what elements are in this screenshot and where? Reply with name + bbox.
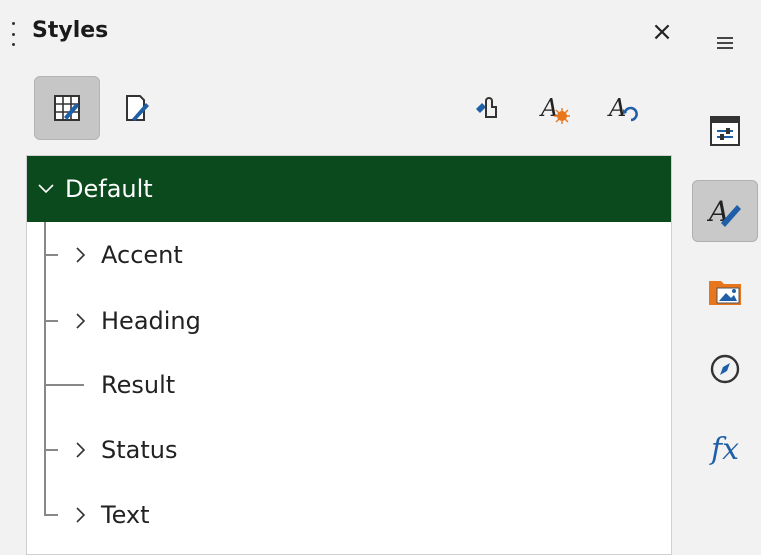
functions-icon: fx: [710, 431, 740, 467]
chevron-right-icon[interactable]: [75, 244, 93, 266]
update-style-icon: A: [607, 94, 638, 122]
tree-item-text[interactable]: Text: [27, 482, 671, 548]
svg-text:A: A: [539, 94, 558, 122]
new-style-from-selection-icon: A: [539, 94, 570, 124]
styles-icon: A: [707, 195, 741, 228]
styles-panel-titlebar: Styles ×: [0, 0, 690, 66]
sidebar-item-styles[interactable]: A: [692, 180, 758, 242]
tree-item-default[interactable]: Default: [27, 156, 671, 222]
tree-item-label: Status: [101, 436, 178, 464]
update-style-button[interactable]: A: [590, 76, 656, 140]
sidebar-menu-button[interactable]: [692, 12, 758, 74]
tree-item-result[interactable]: Result: [27, 352, 671, 418]
sidebar-item-properties[interactable]: [692, 100, 758, 162]
drag-handle-icon[interactable]: [12, 22, 16, 46]
fill-format-mode-button[interactable]: [454, 76, 520, 140]
tree-connector: [44, 320, 58, 322]
page-styles-button[interactable]: [104, 76, 170, 140]
chevron-down-icon[interactable]: [37, 183, 61, 195]
sidebar-item-navigator[interactable]: [692, 338, 758, 400]
tree-connector: [44, 514, 58, 516]
tree-connector: [44, 449, 58, 451]
styles-tree[interactable]: Default Accent Heading Result Status Tex…: [26, 155, 672, 555]
tree-item-label: Default: [65, 175, 153, 203]
chevron-right-icon[interactable]: [75, 310, 93, 332]
close-button[interactable]: ×: [645, 14, 679, 50]
sidebar-item-gallery[interactable]: [692, 260, 758, 322]
svg-text:A: A: [607, 94, 626, 122]
sidebar-tabbar: A fx: [690, 0, 761, 532]
page-styles-icon: [126, 95, 149, 121]
tree-item-label: Text: [101, 501, 150, 529]
fill-format-mode-icon: [476, 97, 497, 118]
panel-title: Styles: [32, 18, 109, 43]
chevron-right-icon[interactable]: [75, 439, 93, 461]
properties-icon: [710, 116, 740, 146]
tree-connector: [44, 384, 84, 386]
tree-item-label: Accent: [101, 241, 183, 269]
tree-item-accent[interactable]: Accent: [27, 222, 671, 288]
tree-connector: [44, 254, 58, 256]
styles-toolbar: A A: [0, 70, 690, 146]
tree-item-label: Heading: [101, 307, 201, 335]
chevron-right-icon[interactable]: [75, 504, 93, 526]
sidebar-item-functions[interactable]: fx: [692, 418, 758, 480]
gallery-icon: [709, 281, 741, 305]
navigator-icon: [710, 354, 740, 384]
cell-styles-button[interactable]: [34, 76, 100, 140]
tree-item-status[interactable]: Status: [27, 417, 671, 483]
tree-item-label: Result: [101, 371, 176, 399]
new-style-button[interactable]: A: [522, 76, 588, 140]
cell-styles-icon: [54, 95, 80, 121]
menu-icon: [717, 37, 733, 49]
tree-item-heading[interactable]: Heading: [27, 288, 671, 354]
